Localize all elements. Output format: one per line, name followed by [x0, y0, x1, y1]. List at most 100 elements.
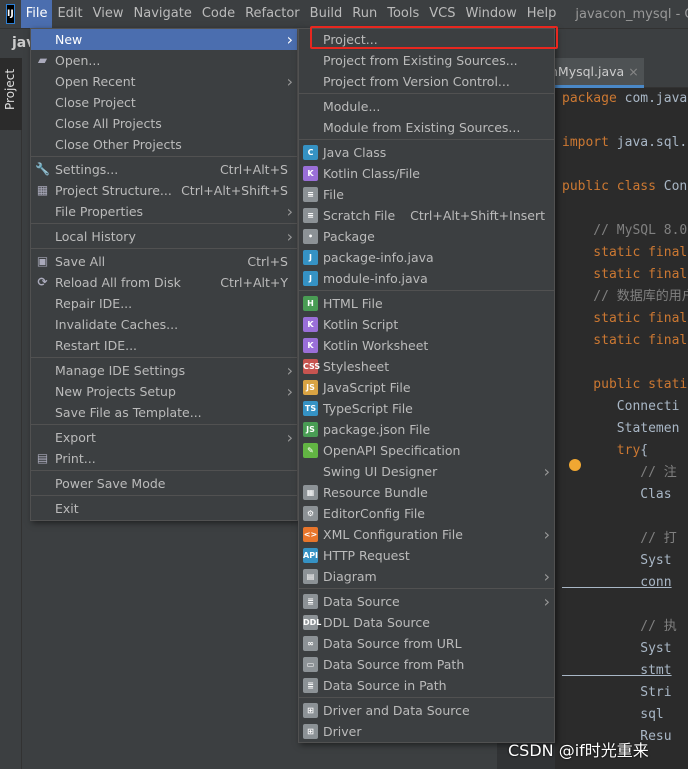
menu-item-manage-ide-settings[interactable]: Manage IDE Settings › [31, 360, 297, 381]
menu-item-settings[interactable]: 🔧 Settings... Ctrl+Alt+S [31, 159, 297, 180]
menu-item-html-file[interactable]: H HTML File [299, 293, 554, 314]
menu-item-invalidate-caches[interactable]: Invalidate Caches... [31, 314, 297, 335]
menu-item-http-request[interactable]: API HTTP Request [299, 545, 554, 566]
menu-item-module[interactable]: Module... [299, 96, 554, 117]
menu-item-print[interactable]: ▤ Print... [31, 448, 297, 469]
menu-item-xml-configuration-file[interactable]: <> XML Configuration File › [299, 524, 554, 545]
menu-code[interactable]: Code [197, 0, 240, 28]
menu-view[interactable]: View [88, 0, 129, 28]
menu-item-close-all-projects[interactable]: Close All Projects [31, 113, 297, 134]
menu-item-package[interactable]: • Package [299, 226, 554, 247]
code-line: // 执 [562, 616, 676, 638]
code-token: // 打 [562, 531, 677, 546]
code-token: sql [562, 707, 672, 722]
menu-item-kotlin-script[interactable]: K Kotlin Script [299, 314, 554, 335]
tab-label: nMysql.java [550, 64, 625, 79]
menu-item-reload-all-from-disk[interactable]: ⟳ Reload All from Disk Ctrl+Alt+Y [31, 272, 297, 293]
menu-item-file[interactable]: ≡ File [299, 184, 554, 205]
menu-item-project-from-existing-sources[interactable]: Project from Existing Sources... [299, 50, 554, 71]
menu-tools[interactable]: Tools [382, 0, 424, 28]
menu-item-typescript-file[interactable]: TS TypeScript File [299, 398, 554, 419]
menu-item-package-json-file[interactable]: JS package.json File [299, 419, 554, 440]
menu-item-repair-ide[interactable]: Repair IDE... [31, 293, 297, 314]
menu-item-label: Scratch File [323, 208, 396, 223]
editor-tab-file[interactable]: nMysql.java × [540, 58, 644, 88]
menu-item-swing-ui-designer[interactable]: Swing UI Designer › [299, 461, 554, 482]
chevron-right-icon: › [543, 592, 550, 611]
menu-item-file-properties[interactable]: File Properties › [31, 201, 297, 222]
menu-item-data-source-from-path[interactable]: ▭ Data Source from Path [299, 654, 554, 675]
menu-bar: IJ File Edit View Navigate Code Refactor Build… [0, 0, 688, 28]
menu-item-close-project[interactable]: Close Project [31, 92, 297, 113]
menu-item-package-info-java[interactable]: Jpackage-info.java [299, 247, 554, 268]
menu-window[interactable]: Window [461, 0, 522, 28]
menu-item-label: Kotlin Class/File [323, 166, 420, 181]
url-icon: ∞ [303, 636, 318, 651]
menu-edit[interactable]: Edit [52, 0, 87, 28]
menu-vcs[interactable]: VCS [424, 0, 460, 28]
shortcut: Ctrl+S [247, 254, 288, 269]
menu-item-export[interactable]: Export › [31, 427, 297, 448]
menu-item-kotlin-worksheet[interactable]: K Kotlin Worksheet [299, 335, 554, 356]
code-line: // 数据库的用户 [562, 286, 688, 308]
menu-item-editorconfig-file[interactable]: ⚙ EditorConfig File [299, 503, 554, 524]
close-icon[interactable]: × [628, 64, 638, 79]
java-file-icon: J [303, 250, 318, 265]
menu-item-restart-ide[interactable]: Restart IDE... [31, 335, 297, 356]
menu-item-stylesheet[interactable]: CSS Stylesheet [299, 356, 554, 377]
menu-item-new-projects-setup[interactable]: New Projects Setup › [31, 381, 297, 402]
code-line: public class Con [562, 176, 687, 198]
menu-item-scratch-file[interactable]: ≡ Scratch File Ctrl+Alt+Shift+Insert [299, 205, 554, 226]
code-editor[interactable]: package com.java import java.sql. public c… [555, 88, 688, 769]
menu-item-label: Local History [55, 229, 136, 244]
html-file-icon: H [303, 296, 318, 311]
gear-icon: ⚙ [303, 506, 318, 521]
menu-item-save-all[interactable]: ▣ Save All Ctrl+S [31, 251, 297, 272]
intellij-logo-icon: IJ [6, 4, 15, 24]
menu-item-openapi-specification[interactable]: ✎ OpenAPI Specification [299, 440, 554, 461]
menu-item-close-other-projects[interactable]: Close Other Projects [31, 134, 297, 155]
menu-item-local-history[interactable]: Local History › [31, 226, 297, 247]
menu-run[interactable]: Run [347, 0, 382, 28]
menu-item-ddl-data-source[interactable]: DDL DDL Data Source [299, 612, 554, 633]
menu-item-open[interactable]: ▰ Open... [31, 50, 297, 71]
menu-item-driver-and-data-source[interactable]: ⊞ Driver and Data Source [299, 700, 554, 721]
menu-item-label: Project Structure... [55, 183, 172, 198]
menu-item-open-recent[interactable]: Open Recent › [31, 71, 297, 92]
code-token: public stati [562, 377, 688, 392]
lightbulb-icon[interactable] [569, 459, 581, 471]
chevron-right-icon: › [286, 382, 293, 401]
menu-item-resource-bundle[interactable]: ▦ Resource Bundle [299, 482, 554, 503]
menu-item-label: package.json File [323, 422, 431, 437]
code-line: import java.sql. [562, 132, 687, 154]
menu-item-module-info-java[interactable]: Jmodule-info.java [299, 268, 554, 289]
chevron-right-icon: › [286, 72, 293, 91]
menu-item-javascript-file[interactable]: JS JavaScript File [299, 377, 554, 398]
menu-item-data-source-in-path[interactable]: ≣ Data Source in Path [299, 675, 554, 696]
code-line: static final [562, 242, 687, 264]
menu-item-diagram[interactable]: ▤ Diagram › [299, 566, 554, 587]
menu-item-kotlin-class-file[interactable]: K Kotlin Class/File [299, 163, 554, 184]
menu-refactor[interactable]: Refactor [240, 0, 305, 28]
menu-navigate[interactable]: Navigate [129, 0, 197, 28]
project-tool-tab[interactable]: Project [0, 58, 22, 130]
menu-item-label: Reload All from Disk [55, 275, 181, 290]
menu-help[interactable]: Help [522, 0, 562, 28]
menu-item-project-from-version-control[interactable]: Project from Version Control... [299, 71, 554, 92]
menu-item-project-structure[interactable]: ▦ Project Structure... Ctrl+Alt+Shift+S [31, 180, 297, 201]
driver-icon: ⊞ [303, 724, 318, 739]
menu-item-exit[interactable]: Exit [31, 498, 297, 519]
menu-item-new[interactable]: New › [31, 29, 297, 50]
menu-file[interactable]: File [20, 0, 53, 28]
menu-item-power-save-mode[interactable]: Power Save Mode [31, 473, 297, 494]
menu-item-data-source[interactable]: ≣ Data Source › [299, 591, 554, 612]
menu-item-java-class[interactable]: C Java Class [299, 142, 554, 163]
menu-item-module-from-existing-sources[interactable]: Module from Existing Sources... [299, 117, 554, 138]
chevron-right-icon: › [286, 227, 293, 246]
menu-build[interactable]: Build [305, 0, 348, 28]
print-icon: ▤ [36, 451, 49, 465]
menu-item-label: Kotlin Worksheet [323, 338, 429, 353]
database-icon: ≣ [303, 678, 318, 693]
menu-item-data-source-from-url[interactable]: ∞ Data Source from URL [299, 633, 554, 654]
menu-item-save-file-as-template[interactable]: Save File as Template... [31, 402, 297, 423]
